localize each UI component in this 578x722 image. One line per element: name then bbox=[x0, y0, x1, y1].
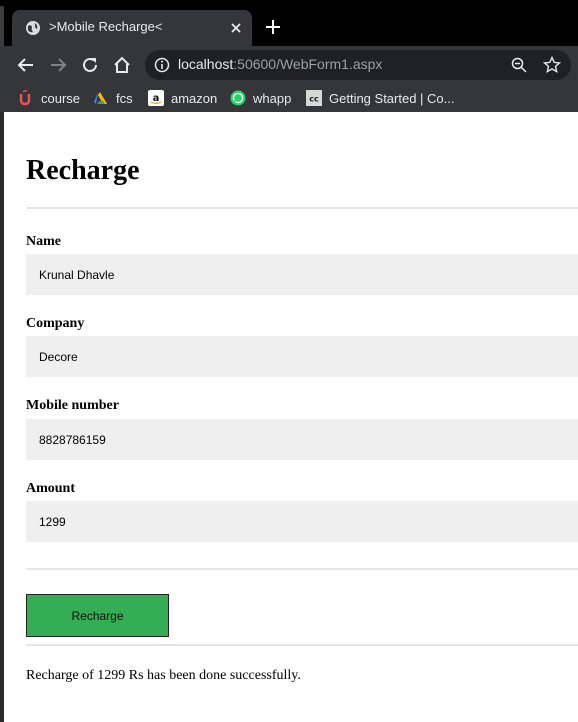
amount-label: Amount bbox=[26, 481, 76, 496]
status-message: Recharge of 1299 Rs has been done succes… bbox=[26, 668, 301, 683]
bookmark-label: Getting Started | Co... bbox=[329, 90, 455, 106]
bookmark-getting-started[interactable]: cc Getting Started | Co... bbox=[306, 88, 455, 108]
whatsapp-icon bbox=[230, 90, 246, 106]
url-path: :50600/WebForm1.aspx bbox=[233, 56, 383, 72]
globe-icon bbox=[26, 21, 40, 35]
page-title: Recharge bbox=[26, 155, 140, 186]
close-tab-icon[interactable] bbox=[228, 20, 244, 36]
url-host: localhost bbox=[178, 56, 234, 72]
name-label: Name bbox=[26, 234, 61, 249]
drive-icon bbox=[94, 92, 107, 104]
tab-title: >Mobile Recharge< bbox=[49, 19, 163, 34]
mobile-number-label: Mobile number bbox=[26, 398, 119, 413]
zoom-out-icon[interactable] bbox=[511, 57, 527, 73]
window-edge bbox=[0, 6, 4, 46]
bookmark-fcs[interactable]: fcs bbox=[93, 88, 133, 108]
bookmark-amazon[interactable]: a amazon bbox=[148, 88, 217, 108]
browser-toolbar: localhost:50600/WebForm1.aspx bbox=[0, 46, 578, 84]
bookmark-star-icon[interactable] bbox=[543, 56, 561, 74]
url-text[interactable]: localhost:50600/WebForm1.aspx bbox=[178, 56, 382, 72]
page-viewport: Recharge Name Company Mobile number Amou… bbox=[0, 112, 578, 722]
divider bbox=[26, 207, 578, 209]
bookmark-label: whapp bbox=[253, 90, 292, 106]
info-icon[interactable] bbox=[154, 57, 170, 73]
tab-strip: >Mobile Recharge< bbox=[0, 0, 578, 46]
amount-field[interactable] bbox=[26, 501, 578, 542]
new-tab-icon[interactable] bbox=[264, 18, 282, 36]
home-icon[interactable] bbox=[111, 54, 133, 76]
name-field[interactable] bbox=[26, 254, 578, 295]
back-arrow-icon[interactable] bbox=[15, 54, 37, 76]
svg-text:cc: cc bbox=[309, 95, 319, 104]
svg-text:a: a bbox=[153, 93, 160, 104]
bookmark-course[interactable]: course bbox=[18, 88, 80, 108]
amazon-icon: a bbox=[148, 90, 164, 106]
reload-icon[interactable] bbox=[79, 54, 101, 76]
mobile-number-field[interactable] bbox=[26, 419, 578, 460]
divider bbox=[26, 568, 578, 570]
divider bbox=[26, 644, 578, 646]
coursera-icon: cc bbox=[306, 90, 322, 106]
bookmarks-bar: course fcs a amazon whapp cc Getting Sta… bbox=[0, 84, 578, 112]
company-field[interactable] bbox=[26, 336, 578, 377]
bookmark-label: course bbox=[41, 90, 81, 106]
window-edge bbox=[0, 112, 4, 722]
udemy-icon bbox=[19, 90, 31, 106]
browser-tab[interactable]: >Mobile Recharge< bbox=[12, 10, 252, 46]
bookmark-label: fcs bbox=[116, 90, 133, 106]
company-label: Company bbox=[26, 316, 85, 331]
bookmark-label: amazon bbox=[171, 90, 218, 106]
forward-arrow-icon[interactable] bbox=[47, 54, 69, 76]
address-bar[interactable]: localhost:50600/WebForm1.aspx bbox=[145, 50, 571, 80]
bookmark-whapp[interactable]: whapp bbox=[230, 88, 291, 108]
recharge-button[interactable]: Recharge bbox=[26, 594, 169, 637]
